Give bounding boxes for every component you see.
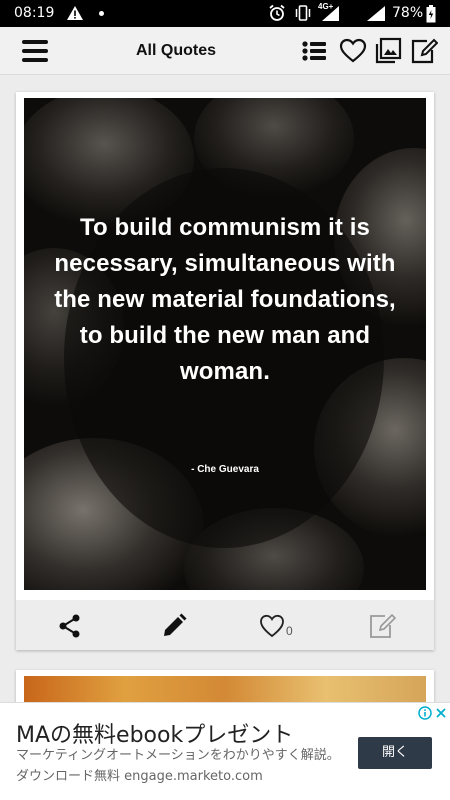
adchoices-icon[interactable]	[418, 706, 432, 720]
list-icon[interactable]	[300, 37, 328, 65]
notification-dot-icon	[99, 11, 104, 16]
vibrate-icon	[295, 5, 311, 21]
edit-icon[interactable]	[410, 37, 438, 65]
ad-banner[interactable]: MAの無料ebookプレゼント マーケティングオートメーションをわかりやすく解説…	[0, 702, 450, 800]
warning-icon	[67, 6, 83, 20]
gallery-icon[interactable]	[374, 37, 402, 65]
quote-card: To build communism it is necessary, simu…	[16, 92, 434, 650]
like-count: 0	[286, 624, 293, 638]
status-time: 08:19	[14, 5, 55, 21]
alarm-icon	[269, 4, 285, 21]
ad-description: マーケティングオートメーションをわかりやすく解説。ダウンロード無料 engage…	[16, 748, 340, 784]
signal-strength-icon-2	[367, 6, 385, 21]
ad-open-button[interactable]: 開く	[358, 737, 432, 769]
battery-icon	[426, 5, 436, 23]
quote-text: To build communism it is necessary, simu…	[54, 214, 396, 385]
signal-strength-icon	[322, 6, 339, 21]
quote-author: - Che Guevara	[191, 464, 259, 475]
battery-percentage: 78%	[392, 5, 424, 21]
heart-outline-icon[interactable]	[258, 612, 286, 640]
app-bar: All Quotes	[0, 27, 450, 75]
pencil-icon[interactable]	[160, 612, 188, 640]
status-bar: 08:19 4G+ 78%	[0, 0, 450, 27]
edit-quote-icon[interactable]	[368, 612, 396, 640]
heart-icon[interactable]	[339, 37, 367, 65]
quote-actions-bar: 0	[16, 600, 434, 650]
quote-image[interactable]: To build communism it is necessary, simu…	[24, 98, 426, 590]
share-icon[interactable]	[56, 612, 84, 640]
close-icon[interactable]	[434, 706, 448, 720]
